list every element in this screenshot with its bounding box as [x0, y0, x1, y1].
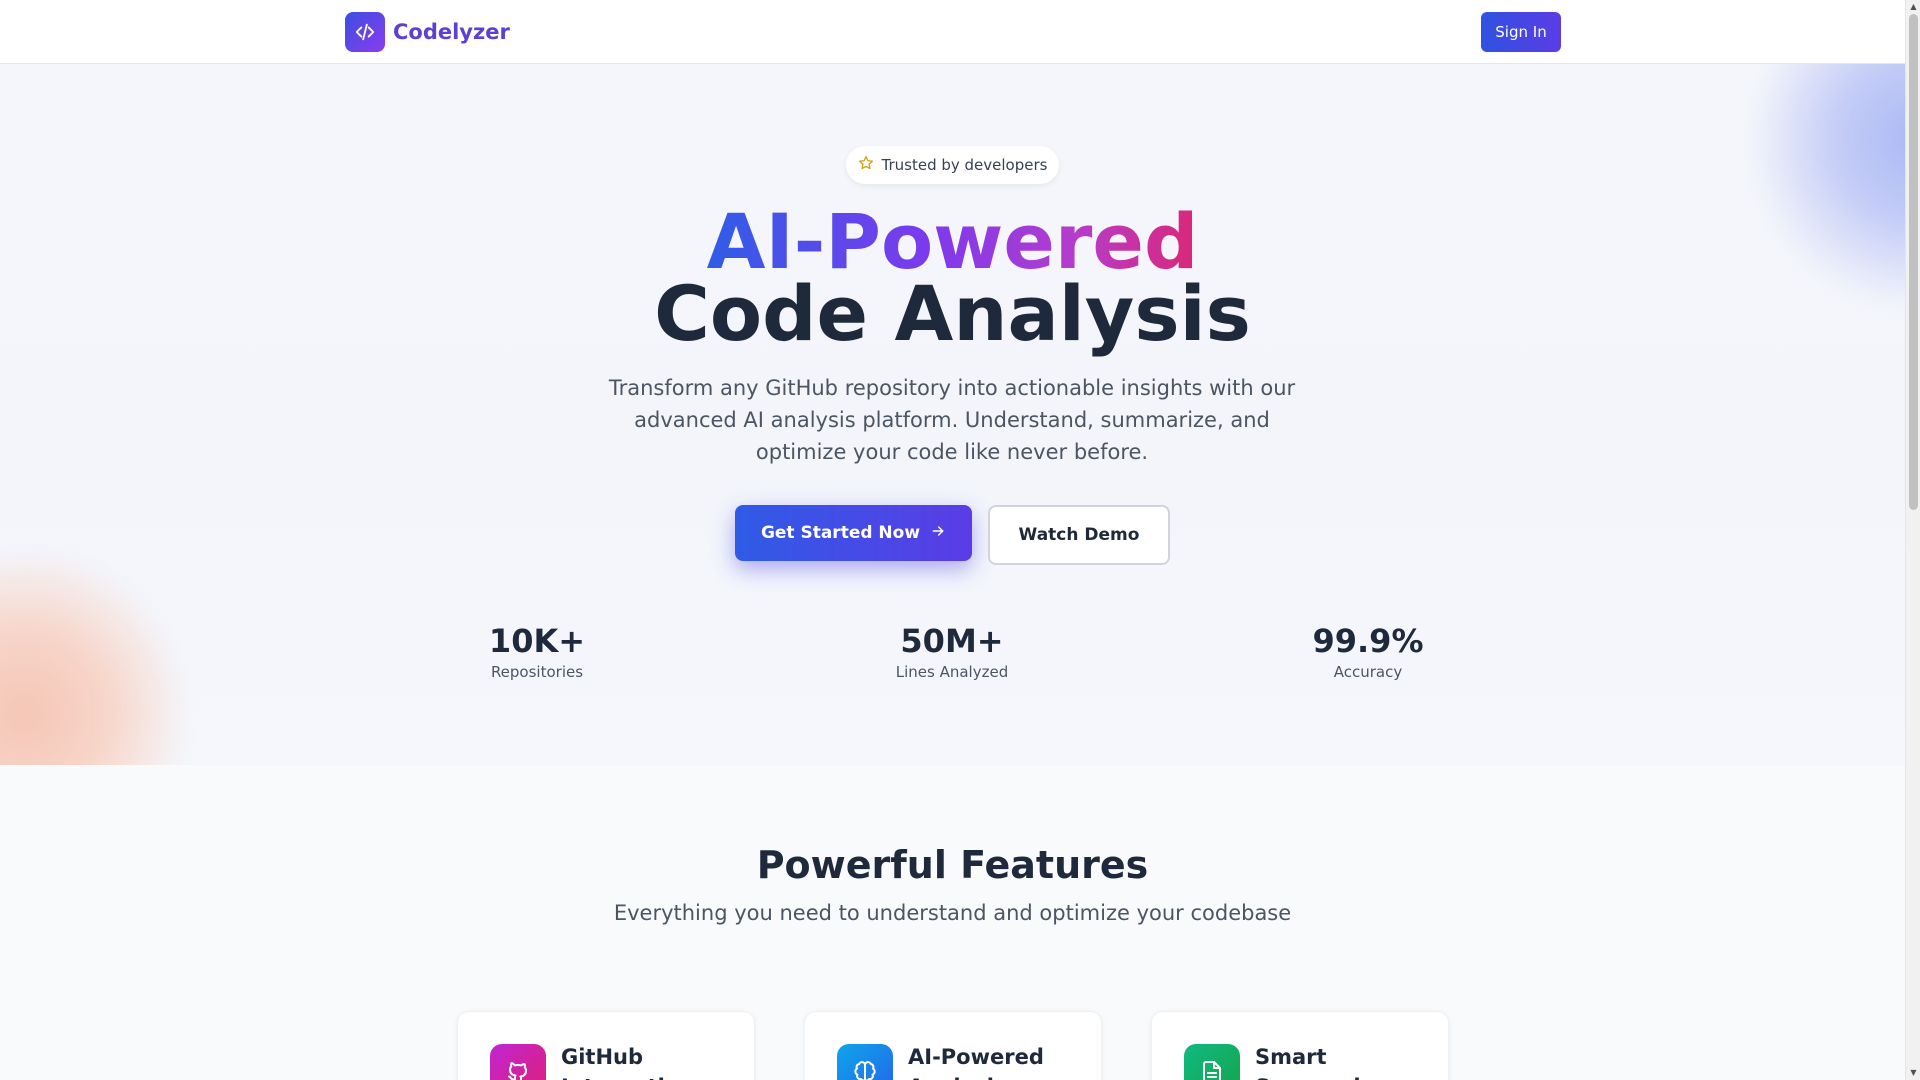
get-started-label: Get Started Now — [760, 523, 921, 543]
trust-badge: Trusted by developers — [846, 146, 1059, 184]
features-subtitle: Everything you need to understand and op… — [613, 901, 1292, 925]
hero-section: Trusted by developers AI-Powered Code An… — [0, 64, 1905, 765]
brand-name: Codelyzer — [393, 20, 510, 44]
features-section: Powerful Features Everything you need to… — [0, 765, 1905, 1080]
scrollbar-thumb[interactable] — [1909, 14, 1918, 510]
trust-badge-text: Trusted by developers — [881, 156, 1048, 174]
stat-value: 99.9% — [1312, 622, 1424, 660]
stat-repositories: 10K+ Repositories — [437, 622, 637, 682]
watch-demo-button[interactable]: Watch Demo — [988, 505, 1170, 565]
stat-accuracy: 99.9% Accuracy — [1268, 622, 1468, 682]
top-nav: Codelyzer Sign In — [0, 0, 1905, 64]
decorative-blob — [0, 554, 200, 765]
hero-subtitle: Transform any GitHub repository into act… — [608, 376, 1296, 464]
feature-card-title: GitHub Integration — [561, 1045, 694, 1080]
stat-lines-analyzed: 50M+ Lines Analyzed — [852, 622, 1052, 682]
landing-page: Codelyzer Sign In Trusted by developers … — [0, 0, 1920, 1080]
scroll-down-icon[interactable]: ▼ — [1909, 1068, 1918, 1077]
page-scrollbar[interactable]: ▲ ▼ — [1905, 0, 1920, 1080]
hero-title: Code Analysis — [654, 269, 1251, 358]
code-icon — [345, 12, 385, 52]
stat-label: Lines Analyzed — [895, 663, 1009, 682]
feature-card-smart-summaries[interactable]: Smart Summaries — [1151, 1011, 1449, 1080]
features-title: Powerful Features — [756, 843, 1149, 887]
github-icon — [490, 1044, 546, 1080]
feature-card-title: Smart Summaries — [1255, 1045, 1387, 1080]
brain-icon — [837, 1044, 893, 1080]
sign-in-button[interactable]: Sign In — [1481, 12, 1561, 52]
stat-value: 10K+ — [488, 622, 586, 660]
stat-value: 50M+ — [900, 622, 1004, 660]
document-icon — [1184, 1044, 1240, 1080]
feature-card-github[interactable]: GitHub Integration — [457, 1011, 755, 1080]
get-started-button[interactable]: Get Started Now — [735, 505, 972, 561]
stat-label: Accuracy — [1333, 663, 1403, 682]
stat-label: Repositories — [490, 663, 584, 682]
arrow-right-icon — [930, 523, 946, 544]
scroll-up-icon[interactable]: ▲ — [1909, 2, 1918, 11]
feature-card-title: AI-Powered Analysis — [908, 1045, 1044, 1080]
feature-card-ai-analysis[interactable]: AI-Powered Analysis — [804, 1011, 1102, 1080]
star-icon — [858, 155, 874, 175]
brand[interactable]: Codelyzer — [345, 12, 510, 52]
